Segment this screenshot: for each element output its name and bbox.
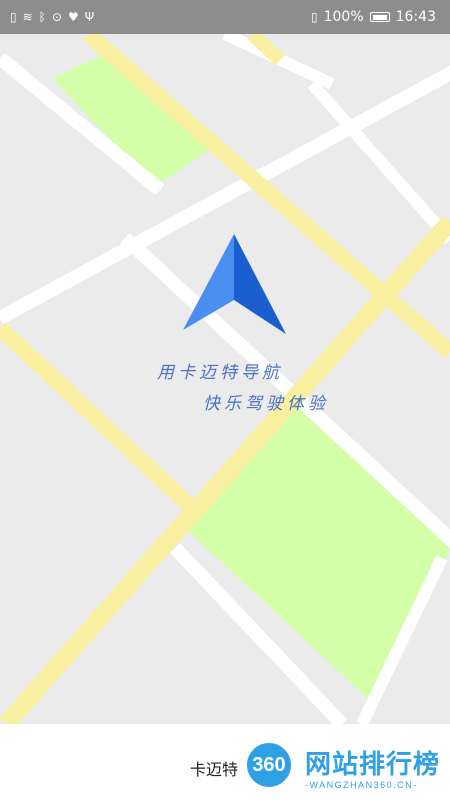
watermark-subtitle: -WANGZHAN360.CN- <box>305 780 418 790</box>
status-bar: ▯ ≋ ᛒ ⊙ ♥ Ψ ▯ 100% 16:43 <box>0 0 450 34</box>
tagline-line-2: 快乐驾驶体验 <box>203 394 329 414</box>
bluetooth-icon: ᛒ <box>38 10 46 24</box>
app-name: 卡迈特 <box>190 760 239 779</box>
status-icons-left: ▯ ≋ ᛒ ⊙ ♥ Ψ <box>10 11 94 23</box>
watermark-360-logo: 360 <box>244 740 294 790</box>
vibrate-icon: ▯ <box>311 10 318 24</box>
battery-icon <box>369 12 390 22</box>
battery-percent: 100% <box>323 9 364 25</box>
tagline-line-1: 用卡迈特导航 <box>157 363 283 383</box>
sim-icon: ▯ <box>10 10 17 24</box>
heart-icon: ♥ <box>67 10 79 24</box>
usb-icon: Ψ <box>84 10 95 24</box>
status-icons-right: ▯ 100% 16:43 <box>311 9 436 25</box>
status-time: 16:43 <box>395 9 436 25</box>
wifi-icon: ≋ <box>22 10 33 24</box>
watermark-title: 网站排行榜 <box>305 750 441 780</box>
location-icon: ⊙ <box>51 10 62 24</box>
